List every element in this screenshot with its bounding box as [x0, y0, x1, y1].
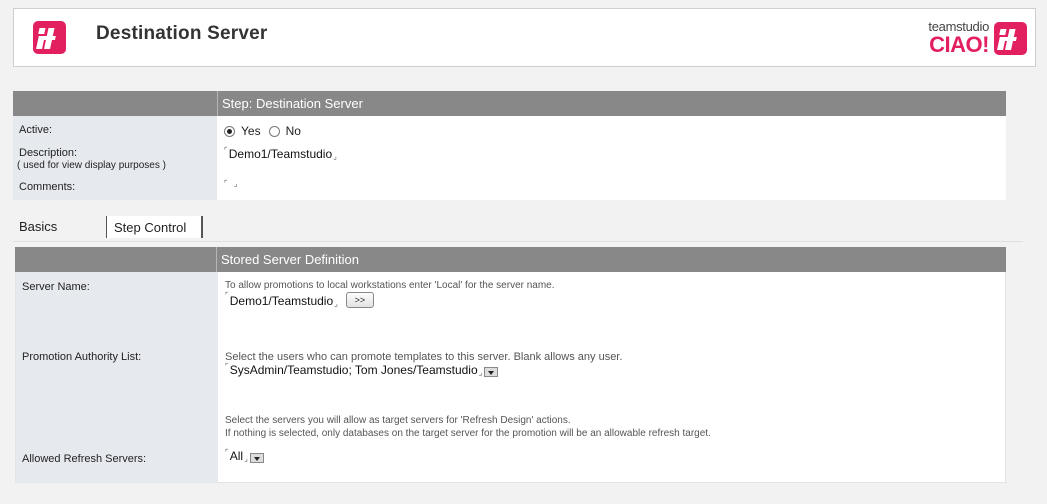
- refresh-label: Allowed Refresh Servers:: [22, 453, 147, 465]
- refresh-hint-2: If nothing is selected, only databases o…: [225, 428, 711, 439]
- step-header-bar: Step: Destination Server: [13, 91, 1006, 116]
- active-no-radio[interactable]: [268, 125, 280, 137]
- active-label: Active:: [13, 116, 217, 142]
- tab-bar: Basics Step Control: [13, 215, 1023, 242]
- authority-label: Promotion Authority List:: [22, 351, 142, 363]
- server-body: Server Name: To allow promotions to loca…: [15, 272, 1006, 483]
- refresh-dropdown-icon[interactable]: [249, 453, 264, 463]
- active-yes-label: Yes: [241, 124, 261, 138]
- authority-dropdown-icon[interactable]: [484, 367, 499, 377]
- server-name-field[interactable]: ⌜ Demo1/Teamstudio ⌟ >>: [225, 292, 374, 308]
- comments-label: Comments:: [13, 176, 217, 200]
- tab-basics[interactable]: Basics: [19, 219, 57, 241]
- teamstudio-logo-icon: [33, 21, 66, 54]
- authority-value: SysAdmin/Teamstudio; Tom Jones/Teamstudi…: [229, 363, 478, 377]
- ciao-logo-icon: [994, 21, 1027, 55]
- description-row: Description: ( used for view display pur…: [13, 142, 1006, 176]
- comments-field[interactable]: ⌜ ⌟: [224, 180, 238, 188]
- active-yes-radio[interactable]: [224, 125, 235, 137]
- server-name-more-button[interactable]: >>: [345, 292, 374, 308]
- step-header-label: Step: Destination Server: [222, 96, 363, 111]
- refresh-hint-1: Select the servers you will allow as tar…: [225, 415, 571, 426]
- authority-field[interactable]: ⌜ SysAdmin/Teamstudio; Tom Jones/Teamstu…: [225, 363, 499, 377]
- active-no-label: No: [285, 124, 301, 138]
- description-label: Description: ( used for view display pur…: [13, 142, 217, 176]
- description-sublabel: ( used for view display purposes ): [17, 160, 166, 171]
- page-header: Destination Server teamstudio CIAO!: [13, 8, 1036, 67]
- description-field[interactable]: ⌜ Demo1/Teamstudio ⌟: [224, 147, 337, 162]
- refresh-field[interactable]: ⌜ All ⌟: [225, 449, 264, 463]
- active-radio-group: Yes No: [224, 124, 309, 138]
- tab-step-control[interactable]: Step Control: [106, 216, 203, 238]
- server-header-bar: Stored Server Definition: [15, 247, 1006, 272]
- server-header-label: Stored Server Definition: [221, 252, 360, 267]
- page-title: Destination Server: [96, 23, 268, 44]
- step-table: Step: Destination Server Active: Yes No …: [13, 91, 1006, 200]
- server-definition-table: Stored Server Definition Server Name: To…: [15, 247, 1006, 483]
- server-name-value: Demo1/Teamstudio: [229, 294, 334, 308]
- authority-hint: Select the users who can promote templat…: [225, 351, 623, 363]
- comments-row: Comments: ⌜ ⌟: [13, 176, 1006, 200]
- brand-logo: teamstudio CIAO!: [928, 18, 1027, 58]
- description-value: Demo1/Teamstudio: [228, 147, 333, 161]
- active-row: Active: Yes No: [13, 116, 1006, 142]
- refresh-value: All: [229, 449, 244, 463]
- brand-big-text: CIAO!: [929, 32, 989, 57]
- server-name-label: Server Name:: [22, 281, 90, 293]
- server-name-hint: To allow promotions to local workstation…: [225, 280, 555, 291]
